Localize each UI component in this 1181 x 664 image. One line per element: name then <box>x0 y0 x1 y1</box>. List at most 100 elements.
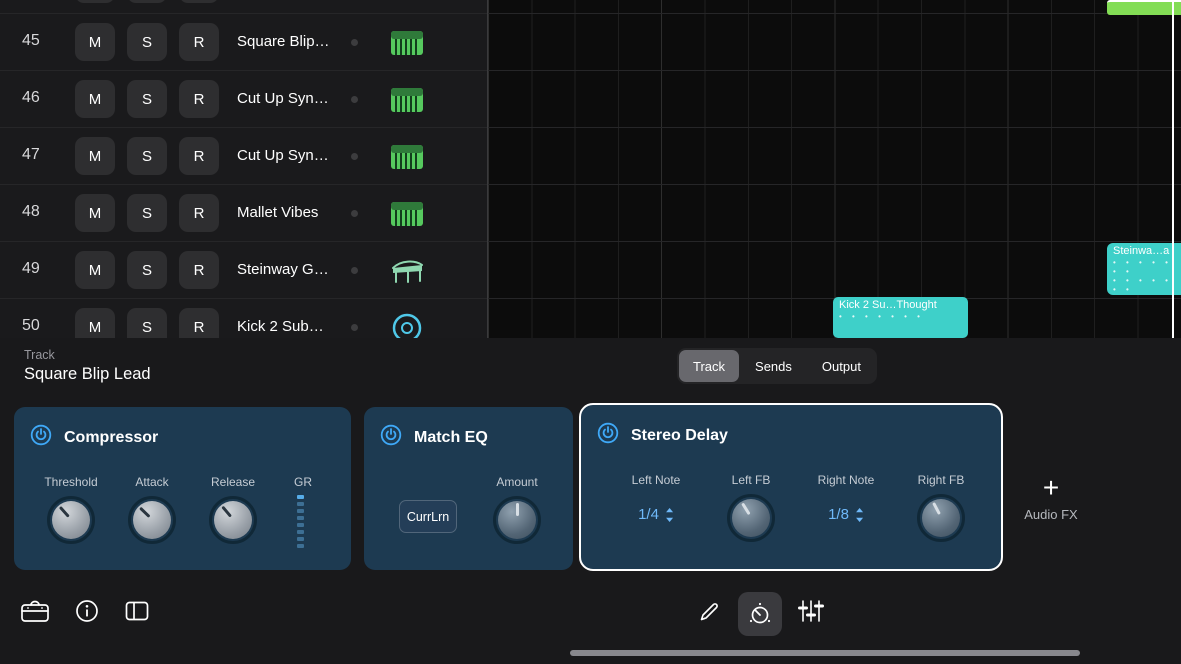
plugin-title: Compressor <box>64 428 159 446</box>
release-label: Release <box>210 475 256 489</box>
bottom-toolbar <box>0 584 1181 648</box>
playhead[interactable] <box>1172 0 1174 338</box>
solo-button[interactable]: S <box>127 194 167 232</box>
right-note-stepper[interactable]: 1/8 <box>828 506 864 523</box>
inspector-track-name: Square Blip Lead <box>24 365 151 383</box>
attack-knob[interactable] <box>128 496 176 544</box>
mixer-button[interactable] <box>798 598 824 627</box>
track-row[interactable]: 50 M S R Kick 2 Sub… <box>0 299 487 338</box>
solo-button[interactable]: S <box>127 137 167 175</box>
track-number: 46 <box>22 89 40 106</box>
info-button[interactable] <box>74 598 100 627</box>
track-row[interactable] <box>0 0 487 13</box>
track-number: 47 <box>22 146 40 163</box>
left-fb-knob[interactable] <box>727 494 775 542</box>
record-button[interactable] <box>179 0 219 3</box>
mute-button[interactable]: M <box>75 23 115 61</box>
smart-controls-knob-icon <box>749 602 771 624</box>
gain-reduction-meter <box>297 495 305 555</box>
tab-track[interactable]: Track <box>679 350 740 382</box>
info-icon <box>76 600 98 622</box>
stepper-arrows-icon <box>855 507 863 522</box>
row-separator <box>0 298 1181 299</box>
add-audio-fx-label: Audio FX <box>1024 507 1078 522</box>
track-name: Mallet Vibes <box>237 204 319 221</box>
current-learn-button[interactable]: CurrLrn <box>399 500 457 533</box>
horizontal-scrollbar[interactable] <box>570 650 1080 656</box>
solo-button[interactable]: S <box>127 80 167 118</box>
solo-button[interactable]: S <box>127 308 167 338</box>
plugin-header: Match EQ <box>380 424 488 451</box>
inspector-section-label: Track <box>24 348 55 362</box>
solo-button[interactable] <box>127 0 167 3</box>
plugin-panel-stereo-delay[interactable]: Stereo Delay Left Note Left FB Right Not… <box>579 403 1003 571</box>
record-button[interactable]: R <box>179 251 219 289</box>
track-name: Steinway G… <box>237 261 329 278</box>
power-icon[interactable] <box>30 424 52 451</box>
record-button[interactable]: R <box>179 23 219 61</box>
mute-button[interactable]: M <box>75 137 115 175</box>
stepper-arrows-icon <box>665 507 673 522</box>
record-button[interactable]: R <box>179 137 219 175</box>
row-separator <box>0 70 1181 71</box>
mute-button[interactable]: M <box>75 80 115 118</box>
track-name: Square Blip… <box>237 33 330 50</box>
track-row[interactable]: 49 M S R Steinway G… <box>0 242 487 299</box>
record-button[interactable]: R <box>179 194 219 232</box>
pencil-icon <box>700 603 718 621</box>
right-fb-label: Right FB <box>917 473 965 487</box>
row-separator <box>0 184 1181 185</box>
track-row[interactable]: 48 M S R Mallet Vibes <box>0 185 487 242</box>
track-status-dot <box>351 210 358 217</box>
threshold-knob[interactable] <box>47 496 95 544</box>
mute-button[interactable]: M <box>75 251 115 289</box>
plugin-panel-compressor[interactable]: Compressor Threshold Attack Release GR <box>14 407 351 570</box>
record-button[interactable]: R <box>179 80 219 118</box>
tracklist-timeline-divider <box>487 0 488 338</box>
pencil-edit-button[interactable] <box>697 600 721 627</box>
track-number: 48 <box>22 203 40 220</box>
synth-icon <box>388 139 426 175</box>
power-icon[interactable] <box>380 424 402 451</box>
power-icon[interactable] <box>597 422 619 449</box>
track-name: Cut Up Syn… <box>237 90 329 107</box>
add-audio-fx-button[interactable]: + Audio FX <box>1011 472 1091 523</box>
daw-window: 45 M S R Square Blip… 46 M S R Cut Up Sy… <box>0 0 1181 664</box>
solo-button[interactable]: S <box>127 23 167 61</box>
solo-button[interactable]: S <box>127 251 167 289</box>
release-knob[interactable] <box>209 496 257 544</box>
track-row[interactable]: 45 M S R Square Blip… <box>0 14 487 71</box>
clip-label: Steinwa…a <box>1113 245 1170 257</box>
smart-controls-button[interactable] <box>738 592 782 636</box>
track-status-dot <box>351 39 358 46</box>
mute-button[interactable] <box>75 0 115 3</box>
sidebar-toggle-button[interactable] <box>124 598 150 627</box>
amp-button[interactable] <box>20 597 50 628</box>
mixer-faders-icon <box>798 600 824 622</box>
tab-sends[interactable]: Sends <box>741 350 806 382</box>
timeline-grid[interactable] <box>488 0 1181 338</box>
mute-button[interactable]: M <box>75 194 115 232</box>
plus-icon: + <box>1042 472 1060 503</box>
clip-label: Kick 2 Su…Thought <box>839 299 937 311</box>
track-number: 45 <box>22 32 40 49</box>
track-header-list: 45 M S R Square Blip… 46 M S R Cut Up Sy… <box>0 0 487 338</box>
region-clip[interactable]: Steinwa…a • • • • • • • • • • • • • • <box>1107 243 1181 295</box>
left-note-stepper[interactable]: 1/4 <box>638 506 674 523</box>
amount-knob[interactable] <box>493 496 541 544</box>
inspector-tab-bar: Track Sends Output <box>677 348 877 384</box>
track-row[interactable]: 46 M S R Cut Up Syn… <box>0 71 487 128</box>
left-note-value: 1/4 <box>638 506 659 523</box>
record-button[interactable]: R <box>179 308 219 338</box>
plugin-panel-match-eq[interactable]: Match EQ Amount CurrLrn <box>364 407 573 570</box>
tab-output[interactable]: Output <box>808 350 875 382</box>
left-note-label: Left Note <box>631 473 681 487</box>
clip-note-dots: • • • • • • • <box>1113 276 1172 294</box>
plugin-header: Stereo Delay <box>597 422 728 449</box>
right-fb-knob[interactable] <box>917 494 965 542</box>
amp-icon <box>21 600 49 622</box>
track-row[interactable]: 47 M S R Cut Up Syn… <box>0 128 487 185</box>
region-clip-partial[interactable] <box>1107 0 1181 15</box>
mute-button[interactable]: M <box>75 308 115 338</box>
region-clip[interactable]: Kick 2 Su…Thought • • • • • • • <box>833 297 968 338</box>
